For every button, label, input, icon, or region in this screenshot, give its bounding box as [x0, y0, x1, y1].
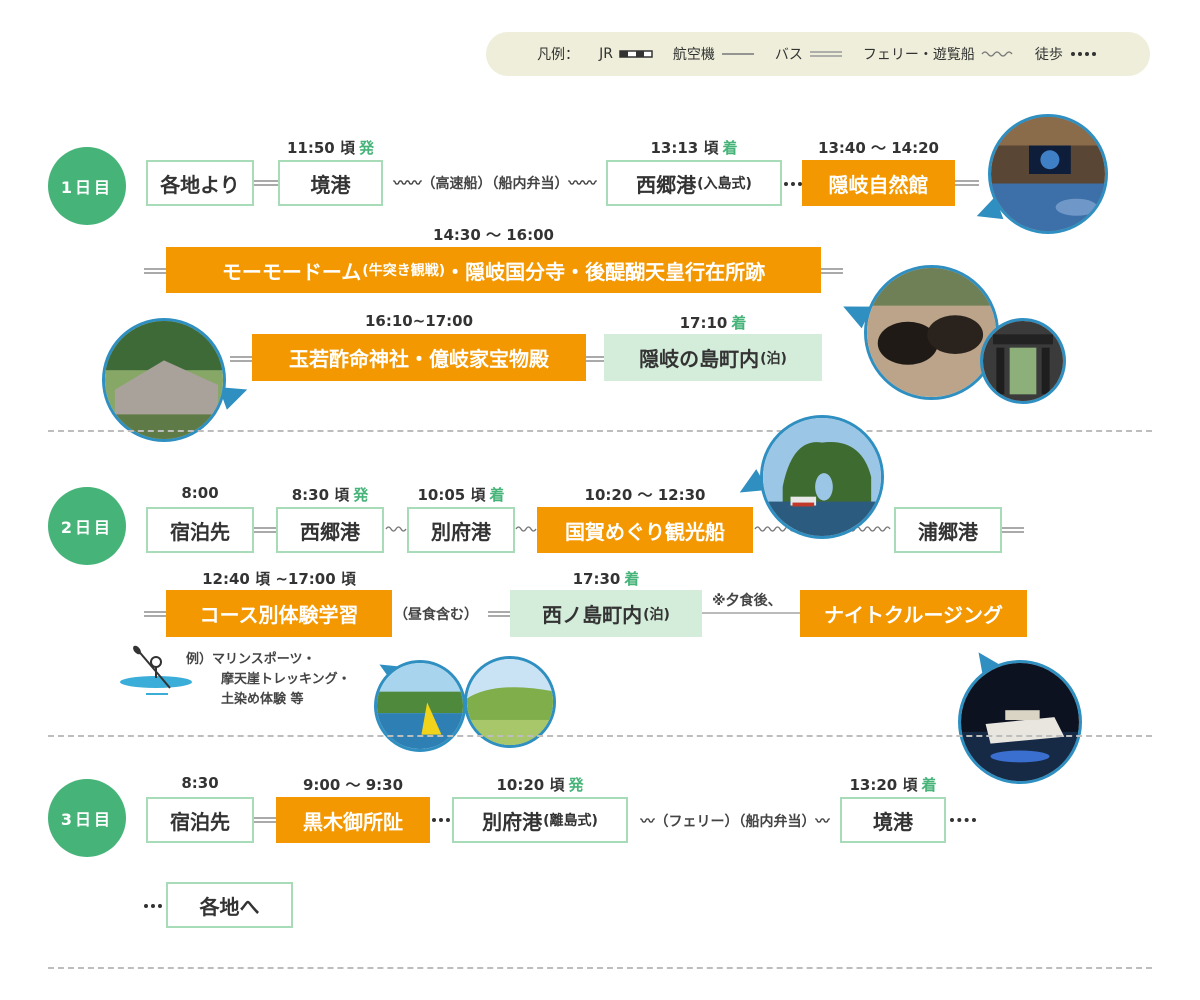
day1-badge: 1日目: [48, 147, 126, 225]
temple-gate-photo: [980, 318, 1066, 404]
day2-after-dinner-note: ※夕食後、: [712, 593, 782, 609]
walk-dots-icon: [1070, 52, 1096, 56]
day2-course-box: コース別体験学習: [166, 590, 392, 637]
day2-badge: 2日目: [48, 487, 126, 565]
bus-connector: [488, 611, 510, 617]
bus-connector: [586, 356, 604, 362]
bus-connector: [254, 180, 278, 186]
ferry-connector: [385, 526, 407, 532]
walk-connector: [432, 818, 450, 822]
day1-ferry-note: 〰〰（高速船）（船内弁当）〰〰: [393, 176, 597, 192]
shrine-photo: [102, 318, 226, 442]
day1-port2-box: 西郷港 (入島式): [606, 160, 782, 206]
night-cruise-photo: [958, 660, 1082, 784]
bus-connector: [254, 817, 276, 823]
day1-shrine-box: 玉若酢命神社・億岐家宝物殿: [252, 334, 586, 381]
bus-connector: [144, 268, 166, 274]
walk-connector: [784, 182, 802, 186]
legend-item-walk: 徒歩: [1035, 44, 1099, 64]
kayak-icon: [120, 645, 192, 695]
bus-connector: [254, 527, 276, 533]
day3-lodging-box: 宿泊先: [146, 797, 254, 843]
day1-tour-box: モーモードーム (牛突き観戦) ・隠岐国分寺・後醍醐天皇行在所跡: [166, 247, 821, 293]
day2-cruise-time: 10:20 〜 12:30: [584, 486, 706, 504]
day3-lodging-time: 8:30: [181, 774, 219, 792]
day3-ruins-box: 黒木御所阯: [276, 797, 430, 843]
day2-lodging-time: 8:00: [181, 484, 219, 502]
bus-connector: [821, 268, 843, 274]
legend-item-plane: 航空機: [673, 44, 755, 64]
day1-port1-time: 11:50 頃発: [287, 139, 374, 157]
day2-stay-time: 17:30 着: [572, 570, 640, 588]
legend-item-bus: バス: [775, 44, 843, 64]
day3-badge: 3日目: [48, 779, 126, 857]
day3-end-box: 各地へ: [166, 882, 293, 928]
day-separator: [48, 735, 1152, 737]
connector-line: [702, 612, 800, 614]
bus-connector: [1002, 527, 1024, 533]
day3-port1-box: 別府港 (離島式): [452, 797, 628, 843]
day2-stay-box: 西ノ島町内 (泊): [510, 590, 702, 637]
day2-night-box: ナイトクルージング: [800, 590, 1027, 637]
day2-lodging-box: 宿泊先: [146, 507, 254, 553]
walk-connector: [950, 818, 976, 822]
legend-label: 凡例：: [537, 47, 580, 63]
ferry-connector: [515, 526, 537, 532]
day1-museum-time: 13:40 〜 14:20: [818, 139, 939, 157]
plane-line-icon: [721, 53, 754, 55]
day-separator: [48, 430, 1152, 432]
day3-port2-time: 13:20 頃着: [849, 776, 937, 794]
day1-tour-time: 14:30 〜 16:00: [433, 226, 554, 244]
day3-ruins-time: 9:00 〜 9:30: [302, 776, 404, 794]
day-separator: [48, 967, 1152, 969]
bus-connector: [144, 611, 166, 617]
bus-line-icon: [809, 51, 842, 57]
example-line-1: 例）マリンスポーツ・: [186, 652, 316, 667]
day1-shrine-time: 16:10~17:00: [364, 312, 474, 330]
day3-ferry-note: 〰（フェリー）（船内弁当）〰: [640, 814, 830, 830]
day2-cruise-box: 国賀めぐり観光船: [537, 507, 753, 553]
marine-sports-photo: [374, 660, 466, 752]
day2-lunch-note: （昼食含む）: [394, 607, 478, 623]
legend: 凡例： JR 航空機 バス フェリー・遊覧船 徒歩: [486, 32, 1150, 76]
day2-port3-box: 浦郷港: [894, 507, 1002, 553]
day2-port2-time: 10:05 頃着: [417, 486, 505, 504]
day1-port1-box: 境港: [278, 160, 383, 206]
bus-connector: [230, 356, 252, 362]
day2-port1-box: 西郷港: [276, 507, 384, 553]
day1-start-box: 各地より: [146, 160, 254, 206]
bus-connector: [955, 180, 979, 186]
legend-item-ferry: フェリー・遊覧船: [863, 44, 1015, 64]
example-line-3: 土染め体験 等: [221, 692, 304, 707]
bullfight-photo: [864, 265, 999, 400]
day1-stay-box: 隠岐の島町内 (泊): [604, 334, 822, 381]
ferry-wave-icon: [981, 51, 1013, 57]
museum-photo: [988, 114, 1108, 234]
day2-course-time: 12:40 頃 ~17:00 頃: [202, 570, 356, 588]
day3-port1-time: 10:20 頃発: [496, 776, 584, 794]
walk-connector: [144, 904, 162, 908]
day3-port2-box: 境港: [840, 797, 946, 843]
day1-museum-box: 隠岐自然館: [802, 160, 955, 206]
legend-item-jr: JR: [599, 46, 653, 62]
day1-stay-time: 17:10 着: [679, 314, 747, 332]
day1-port2-time: 13:13 頃着: [650, 139, 738, 157]
jr-line-icon: [619, 50, 653, 58]
sea-arch-photo: [760, 415, 884, 539]
example-line-2: 摩天崖トレッキング・: [221, 672, 351, 687]
day2-port2-box: 別府港: [407, 507, 515, 553]
day2-port1-time: 8:30 頃発: [291, 486, 369, 504]
